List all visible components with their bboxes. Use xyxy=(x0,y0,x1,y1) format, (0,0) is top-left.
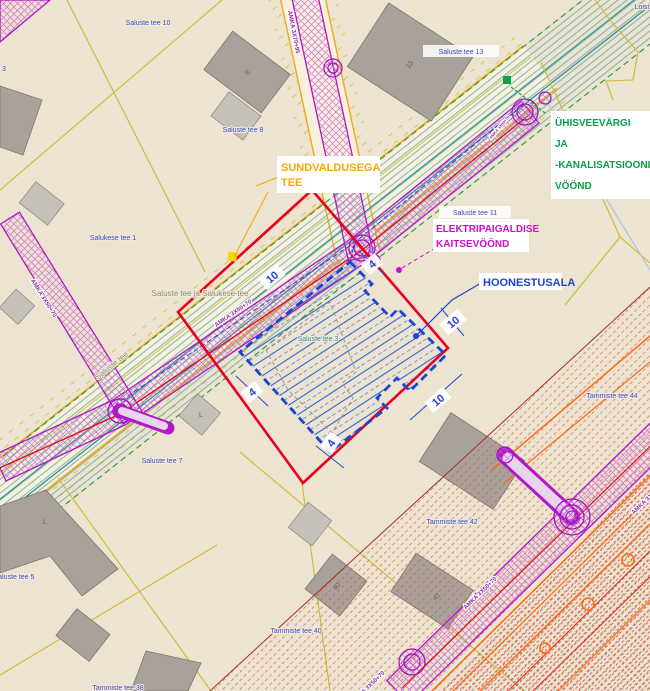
building-mark: L xyxy=(43,519,47,526)
building-mark: L xyxy=(199,412,203,419)
road-parcel-name: Saluste tee ja Salukese tee xyxy=(152,289,250,298)
callout-line: KAITSEVÖÖND xyxy=(436,237,509,250)
electric-marker xyxy=(396,267,402,273)
callout-line: HOONESTUSALA xyxy=(483,277,575,289)
water-marker xyxy=(503,76,511,84)
callout-elektripaigaldise: ELEKTRIPAIGALDISE KAITSEVÖÖND xyxy=(433,219,539,252)
callout-line: VÖÖND xyxy=(555,179,592,192)
callout-line: JA xyxy=(555,139,568,150)
parcel-label-partial: 3 xyxy=(2,66,6,73)
parcel-label: Saluste tee 3 xyxy=(298,336,339,343)
parcel-label: Tammiste tee 40 xyxy=(270,628,321,635)
callout-line: ELEKTRIPAIGALDISE xyxy=(436,224,539,235)
callout-line: TEE xyxy=(281,177,302,189)
parcel-label: Saluste tee 11 xyxy=(453,210,497,217)
parcel-label: Saluste tee 7 xyxy=(142,458,183,465)
parcel-label: Saluste tee 13 xyxy=(439,49,484,56)
callout-veevark-vond: ÜHISVEEVÄRGI JA -KANALISATSIOONI VÖÖND xyxy=(551,111,650,199)
callout-line: -KANALISATSIOONI xyxy=(555,160,650,171)
callout-line: ÜHISVEEVÄRGI xyxy=(555,116,631,129)
parcel-label: Saluste tee 8 xyxy=(223,127,264,134)
parcel-label: Tammiste tee 38 xyxy=(92,685,143,691)
callout-hoonestusala: HOONESTUSALA xyxy=(479,273,575,290)
detail-plan-map: AMKA 3X70+95 AMKA 3X50+70 AMKA 3X50+70 A… xyxy=(0,0,650,691)
parcel-label: Tammiste tee 44 xyxy=(586,393,637,400)
callout-sundvaldusega-tee: SUNDVALDUSEGA TEE xyxy=(277,156,380,193)
parcel-label: Saluste tee 5 xyxy=(0,574,35,581)
parcel-label-partial: Loist xyxy=(635,4,650,11)
parcel-label: Saluste tee 10 xyxy=(126,20,171,27)
map-canvas[interactable]: AMKA 3X70+95 AMKA 3X50+70 AMKA 3X50+70 A… xyxy=(0,0,650,691)
parcel-label: Salukese tee 1 xyxy=(90,235,136,242)
parcel-label: Tammiste tee 42 xyxy=(426,519,477,526)
callout-line: SUNDVALDUSEGA xyxy=(281,162,380,174)
